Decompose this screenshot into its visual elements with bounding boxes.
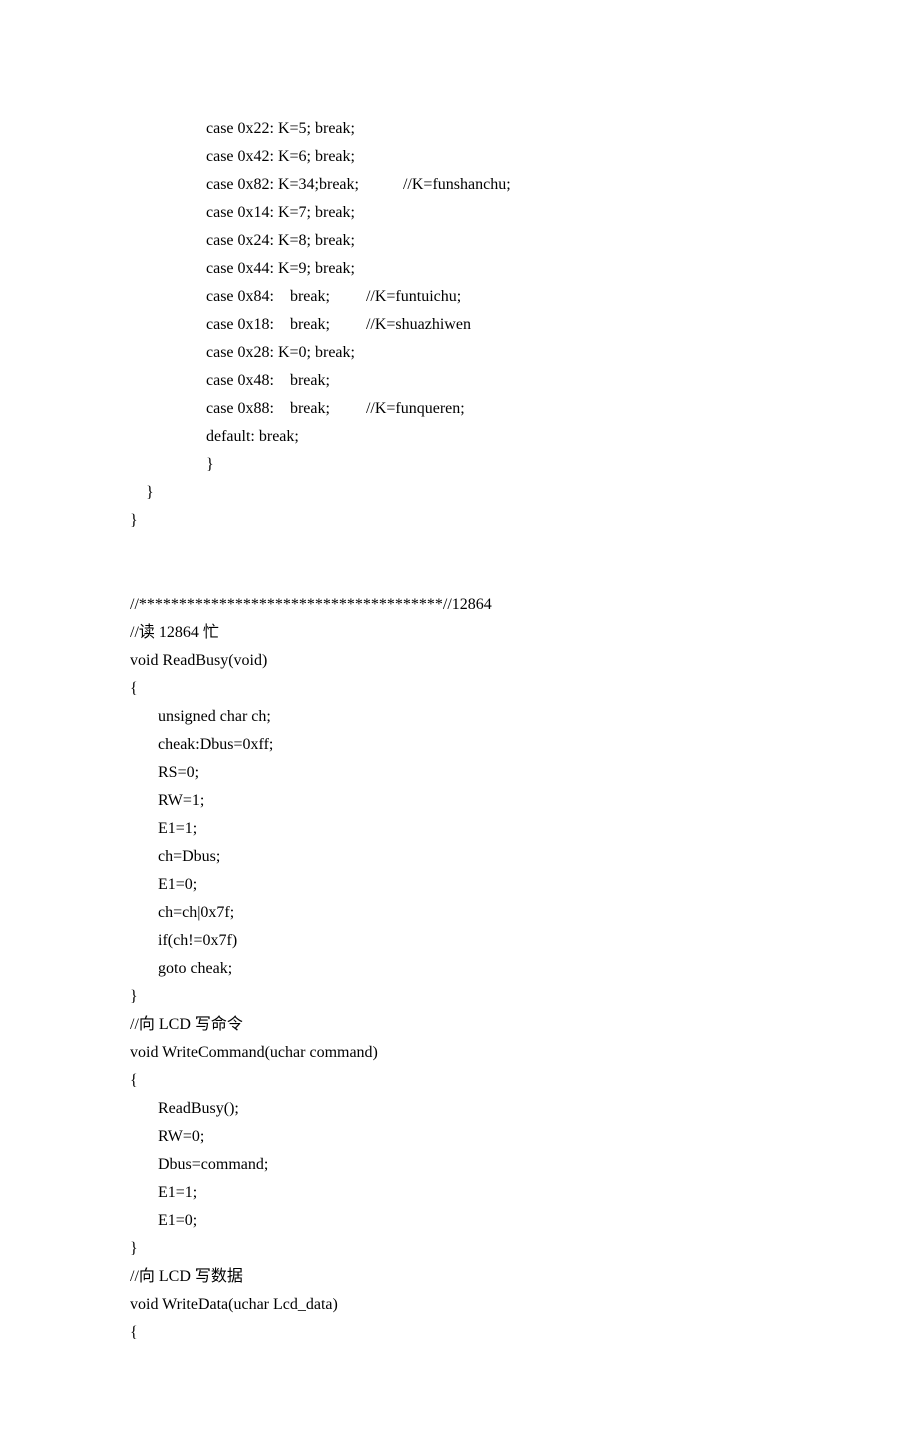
- code-line: case 0x88: break; //K=funqueren;: [130, 395, 790, 423]
- code-line: }: [130, 1235, 790, 1263]
- code-line: {: [130, 675, 790, 703]
- code-line: ReadBusy();: [130, 1095, 790, 1123]
- code-line: [130, 535, 790, 563]
- code-line: case 0x48: break;: [130, 367, 790, 395]
- code-line: Dbus=command;: [130, 1151, 790, 1179]
- code-line: void ReadBusy(void): [130, 647, 790, 675]
- code-line: //向 LCD 写命令: [130, 1011, 790, 1039]
- code-line: RW=0;: [130, 1123, 790, 1151]
- code-line: case 0x22: K=5; break;: [130, 115, 790, 143]
- code-line: void WriteData(uchar Lcd_data): [130, 1291, 790, 1319]
- code-line: E1=1;: [130, 815, 790, 843]
- code-line: //向 LCD 写数据: [130, 1263, 790, 1291]
- code-line: //**************************************…: [130, 591, 790, 619]
- code-line: }: [130, 983, 790, 1011]
- code-line: //读 12864 忙: [130, 619, 790, 647]
- code-line: }: [130, 479, 790, 507]
- document-page: case 0x22: K=5; break; case 0x42: K=6; b…: [0, 0, 920, 1447]
- code-line: {: [130, 1319, 790, 1347]
- code-line: case 0x14: K=7; break;: [130, 199, 790, 227]
- code-line: RS=0;: [130, 759, 790, 787]
- code-line: case 0x42: K=6; break;: [130, 143, 790, 171]
- code-line: cheak:Dbus=0xff;: [130, 731, 790, 759]
- code-line: case 0x82: K=34;break; //K=funshanchu;: [130, 171, 790, 199]
- code-line: if(ch!=0x7f): [130, 927, 790, 955]
- code-line: ch=Dbus;: [130, 843, 790, 871]
- code-line: ch=ch|0x7f;: [130, 899, 790, 927]
- code-line: E1=1;: [130, 1179, 790, 1207]
- code-line: case 0x24: K=8; break;: [130, 227, 790, 255]
- code-line: default: break;: [130, 423, 790, 451]
- code-line: case 0x84: break; //K=funtuichu;: [130, 283, 790, 311]
- code-line: {: [130, 1067, 790, 1095]
- code-line: case 0x44: K=9; break;: [130, 255, 790, 283]
- code-line: void WriteCommand(uchar command): [130, 1039, 790, 1067]
- code-line: goto cheak;: [130, 955, 790, 983]
- code-line: E1=0;: [130, 871, 790, 899]
- code-line: unsigned char ch;: [130, 703, 790, 731]
- code-line: [130, 563, 790, 591]
- code-block: case 0x22: K=5; break; case 0x42: K=6; b…: [130, 115, 790, 1347]
- code-line: }: [130, 507, 790, 535]
- code-line: E1=0;: [130, 1207, 790, 1235]
- code-line: case 0x18: break; //K=shuazhiwen: [130, 311, 790, 339]
- code-line: RW=1;: [130, 787, 790, 815]
- code-line: }: [130, 451, 790, 479]
- code-line: case 0x28: K=0; break;: [130, 339, 790, 367]
